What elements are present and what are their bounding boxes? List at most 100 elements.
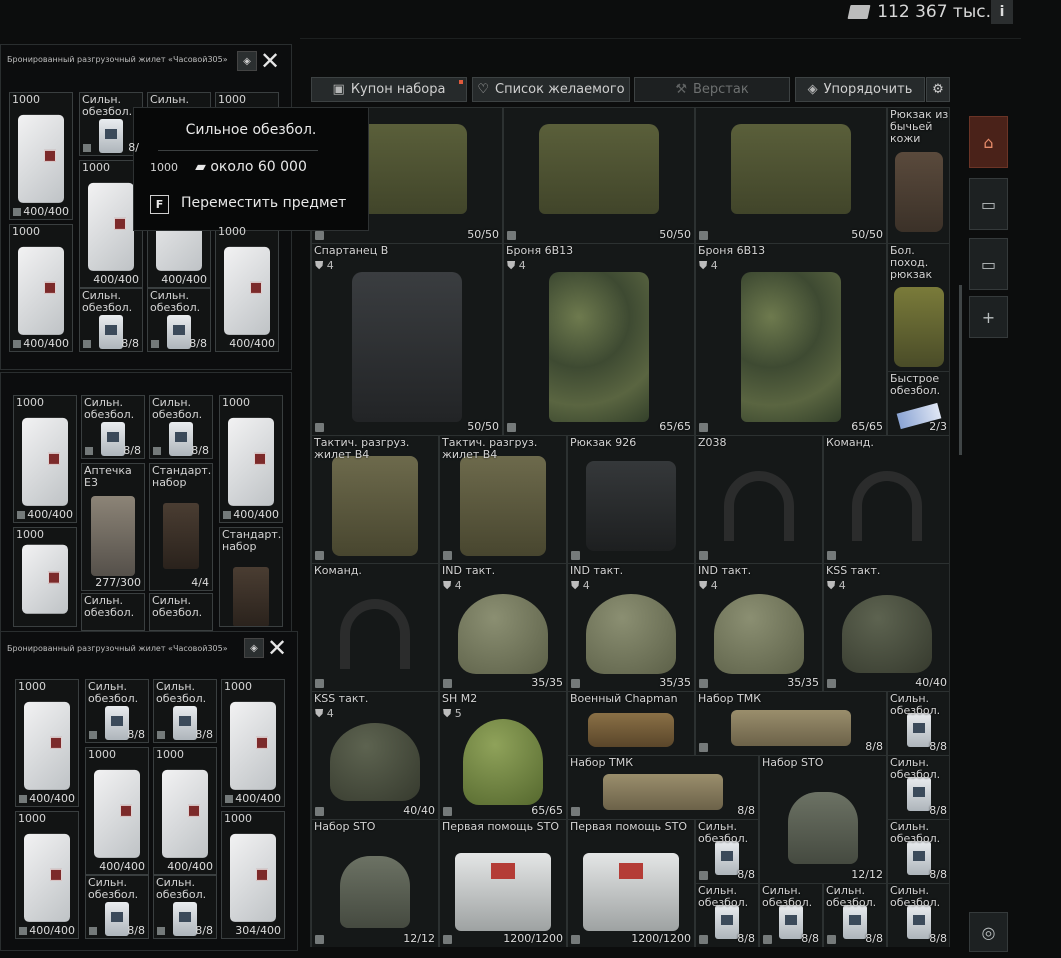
workbench-button[interactable]: ⚒ Верстак — [634, 77, 790, 102]
add-storage-button[interactable]: + — [969, 296, 1008, 338]
stash-item[interactable]: Команд. — [823, 435, 949, 564]
container-slot[interactable]: 1000 400/400 — [215, 224, 279, 352]
stash-item[interactable]: Сильн. обезбол. 8/8 — [887, 819, 949, 884]
container-slot[interactable]: Стандарт. набор — [219, 527, 283, 627]
container-slot[interactable]: Сильн. обезбол. — [81, 593, 145, 631]
storage-tab-2[interactable]: ▭ — [969, 238, 1008, 290]
close-icon: ✕ — [266, 634, 288, 662]
stash-item[interactable]: Сильн. обезбол. 8/8 — [887, 691, 949, 756]
sort-button[interactable]: ◈ Упорядочить — [795, 77, 925, 102]
stash-item[interactable]: Набор STO 12/12 — [759, 755, 887, 884]
container-slot[interactable]: Стандарт. набор 4/4 — [149, 463, 213, 591]
stash-item[interactable]: Бол. поход. рюкзак — [887, 243, 949, 372]
stash-item[interactable]: Рюкзак из бычьей кожи — [887, 107, 949, 244]
container-slot[interactable]: Сильн. обезбол. 8/8 — [79, 288, 143, 352]
container-slot[interactable]: Сильн. обезбол. — [149, 593, 213, 631]
stash-item[interactable]: Спартанец В ⛊ 4 50/50 — [311, 243, 503, 436]
container-slot[interactable]: 1000 400/400 — [219, 395, 283, 523]
stash-item[interactable]: Рюкзак 926 — [567, 435, 695, 564]
container-slot[interactable]: 1000 304/400 — [221, 811, 285, 939]
tooltip-title: Сильное обезбол. — [185, 122, 317, 138]
wishlist-button[interactable]: ♡ Список желаемого — [472, 77, 630, 102]
stash-item[interactable]: Первая помощь STO 1200/1200 — [439, 819, 567, 947]
settings-button[interactable]: ⚙ — [926, 77, 950, 102]
close-button[interactable]: ✕ — [259, 49, 281, 73]
stash-item[interactable]: Первая помощь STO 1200/1200 — [567, 819, 695, 947]
container-slot[interactable]: 1000 400/400 — [9, 224, 73, 352]
stash-item[interactable]: Броня 6В13 ⛊ 4 65/65 — [695, 243, 887, 436]
container-slot[interactable]: 1000 400/400 — [9, 92, 73, 220]
home-icon: ⌂ — [983, 132, 994, 152]
stash-item[interactable]: Сильн. обезбол. 8/8 — [695, 819, 759, 884]
stash-item[interactable]: Сильн. обезбол. 8/8 — [759, 883, 823, 947]
stash-item[interactable]: Сильн. обезбол. 8/8 — [695, 883, 759, 947]
vest-container-2[interactable]: 1000 400/400 Сильн. обезбол. 8/8 Сильн. об… — [0, 372, 292, 632]
container-slot[interactable]: Сильн. обезбол. 8/8 — [149, 395, 213, 459]
stash-item[interactable]: Тактич. разгруз. жилет В4 — [439, 435, 567, 564]
container-slot[interactable]: 1000 400/400 — [15, 811, 79, 939]
layers-icon: ◈ — [250, 642, 258, 654]
money-amount: 112 367 тыс. — [877, 2, 991, 22]
box-icon: ▭ — [980, 194, 997, 214]
stash-item[interactable]: Броня 6В13 ⛊ 4 65/65 — [503, 243, 695, 436]
vault-button[interactable]: ◎ — [969, 912, 1008, 952]
container-slot[interactable]: 1000 400/400 — [13, 395, 77, 523]
vest-container-3[interactable]: Бронированный разгрузочный жилет «Часово… — [0, 631, 298, 951]
gear-icon: ⚙ — [932, 82, 944, 97]
notification-dot — [459, 80, 463, 84]
stash-item[interactable]: Сильн. обезбол. 8/8 — [887, 883, 949, 947]
stash-item[interactable]: KSS такт. ⛊ 4 40/40 — [311, 691, 439, 820]
divider — [300, 38, 1021, 39]
safe-icon: ◎ — [981, 922, 996, 942]
stash-item[interactable]: Тактич. разгруз. жилет В4 — [311, 435, 439, 564]
stash-item[interactable]: Набор ТМК 8/8 — [695, 691, 887, 756]
stash-scrollbar[interactable] — [959, 285, 962, 455]
stash-item[interactable]: Z038 — [695, 435, 823, 564]
storage-tab-1[interactable]: ▭ — [969, 178, 1008, 230]
money-display: 112 367 тыс. — [847, 2, 991, 22]
stash-item[interactable]: Набор STO 12/12 — [311, 819, 439, 947]
kit-coupon-button[interactable]: ▣ Купон набора — [311, 77, 467, 102]
container-slot[interactable]: Сильн. обезбол. 8/8 — [147, 288, 211, 352]
stash-item[interactable]: 50/50 — [695, 107, 887, 244]
container-slot[interactable]: 1000 — [13, 527, 77, 627]
container-slot[interactable]: Сильн. обезбол. 8/8 — [153, 875, 217, 939]
stash-item[interactable]: IND такт. ⛊ 4 35/35 — [695, 563, 823, 692]
container-slot[interactable]: 1000 400/400 — [15, 679, 79, 807]
stash-item[interactable]: Команд. — [311, 563, 439, 692]
stash-item[interactable]: IND такт. ⛊ 4 35/35 — [439, 563, 567, 692]
container-title: Бронированный разгрузочный жилет «Часово… — [7, 644, 228, 653]
stash-grid[interactable]: 50/50 50/50 50/50 Рюкзак из бычьей кожи … — [310, 107, 950, 947]
info-button[interactable]: i — [991, 0, 1013, 24]
hotkey-badge: F — [150, 195, 169, 214]
layers-icon: ◈ — [243, 55, 251, 67]
stash-home-tab[interactable]: ⌂ — [969, 116, 1008, 168]
stash-item[interactable]: Сильн. обезбол. 8/8 — [823, 883, 887, 947]
container-slot[interactable]: Сильн. обезбол. 8/8 — [81, 395, 145, 459]
container-sort-button[interactable]: ◈ — [244, 638, 264, 658]
stash-item[interactable]: Сильн. обезбол. 8/8 — [887, 755, 949, 820]
close-button[interactable]: ✕ — [266, 636, 288, 660]
money-icon — [847, 5, 871, 19]
container-sort-button[interactable]: ◈ — [237, 51, 257, 71]
stash-item[interactable]: Набор ТМК 8/8 — [567, 755, 759, 820]
stash-item[interactable]: SH M2 ⛊ 5 65/65 — [439, 691, 567, 820]
container-slot[interactable]: 1000 400/400 — [85, 747, 149, 875]
container-slot[interactable]: 1000 400/400 — [221, 679, 285, 807]
stash-item[interactable]: 50/50 — [503, 107, 695, 244]
money-icon: ▰ — [195, 159, 211, 175]
stash-item[interactable]: Быстрое обезбол. 2/3 — [887, 371, 949, 436]
gift-icon: ▣ — [332, 82, 345, 97]
container-slot[interactable]: Аптечка Е3 277/300 — [81, 463, 145, 591]
tooltip-action: Переместить предмет — [181, 195, 347, 211]
container-slot[interactable]: Сильн. обезбол. 8/8 — [153, 679, 217, 743]
stash-item[interactable]: IND такт. ⛊ 4 35/35 — [567, 563, 695, 692]
divider — [158, 150, 318, 151]
close-icon: ✕ — [259, 47, 281, 75]
container-slot[interactable]: Сильн. обезбол. 8/8 — [85, 679, 149, 743]
container-slot[interactable]: 1000 400/400 — [153, 747, 217, 875]
container-title: Бронированный разгрузочный жилет «Часово… — [7, 55, 228, 64]
container-slot[interactable]: Сильн. обезбол. 8/8 — [85, 875, 149, 939]
stash-item[interactable]: Военный Chapman — [567, 691, 695, 756]
stash-item[interactable]: KSS такт. ⛊ 4 40/40 — [823, 563, 949, 692]
